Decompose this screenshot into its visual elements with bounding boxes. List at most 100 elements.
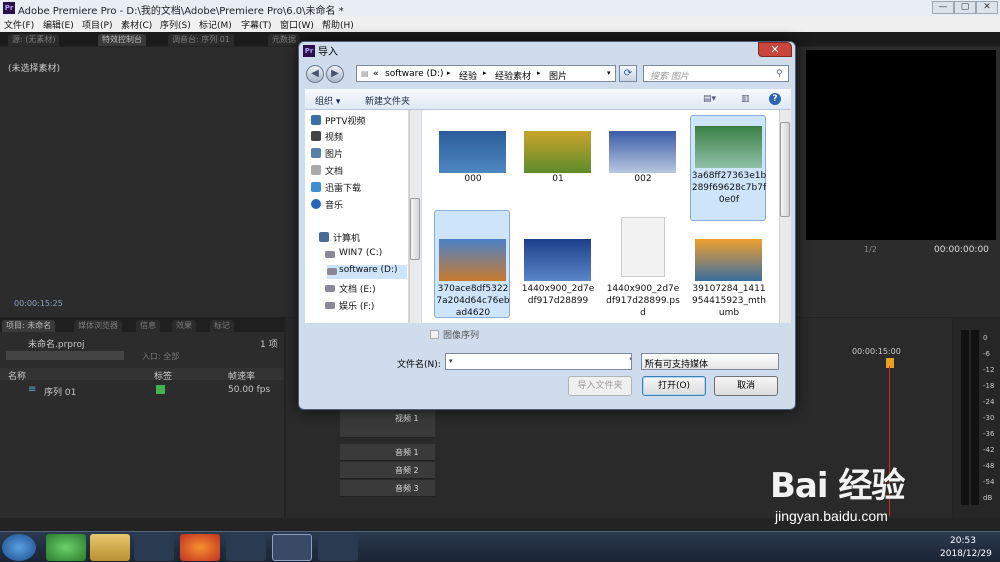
- file-item[interactable]: 39107284_1411954415923_mthumb: [690, 210, 766, 318]
- image-sequence-checkbox[interactable]: [430, 330, 439, 339]
- meter-tick: -48: [983, 462, 995, 470]
- search-input[interactable]: 搜索 图片 ⚲: [643, 65, 789, 82]
- help-icon[interactable]: ?: [769, 93, 781, 105]
- nav-item-music[interactable]: 音乐: [311, 198, 343, 212]
- menu-marker[interactable]: 标记(M): [199, 18, 232, 31]
- cancel-button[interactable]: 取消: [714, 376, 778, 396]
- search-icon[interactable]: ⚲: [776, 69, 783, 79]
- file-item[interactable]: 1440x900_2d7edf917d28899: [519, 210, 595, 316]
- back-button[interactable]: ◀: [306, 65, 324, 83]
- clock-time[interactable]: 20:53: [950, 536, 976, 546]
- nav-item-drive-d[interactable]: software (D:): [327, 265, 407, 279]
- nav-item-drive-e[interactable]: 文档 (E:): [325, 282, 376, 296]
- chevron-down-icon[interactable]: ▾: [449, 357, 628, 365]
- nav-label: 迅雷下载: [325, 184, 362, 194]
- file-item[interactable]: 002: [604, 118, 680, 224]
- track-audio-1[interactable]: 音频 1: [340, 444, 435, 461]
- new-folder-button[interactable]: 新建文件夹: [365, 94, 410, 107]
- 360-browser-icon[interactable]: [46, 534, 86, 561]
- column-fps[interactable]: 帧速率: [228, 369, 255, 382]
- breadcrumb-jingyan[interactable]: 经验: [459, 69, 477, 82]
- menu-title[interactable]: 字幕(T): [241, 18, 272, 31]
- track-label: 音频 2: [395, 466, 419, 475]
- refresh-button[interactable]: ⟳: [619, 65, 637, 82]
- no-clip-label: (未选择素材): [8, 64, 61, 74]
- premiere-taskbar-icon[interactable]: [272, 534, 312, 561]
- tab-media-browser[interactable]: 媒体浏览器: [74, 320, 122, 332]
- view-mode-icon[interactable]: ▤▾: [703, 94, 716, 104]
- playhead-icon[interactable]: [886, 358, 894, 368]
- nav-item-computer[interactable]: 计算机: [319, 231, 360, 245]
- column-name[interactable]: 名称: [8, 369, 26, 382]
- import-folder-button[interactable]: 导入文件夹: [568, 376, 632, 396]
- files-scrollbar-thumb[interactable]: [780, 122, 790, 217]
- tab-metadata[interactable]: 元数据: [268, 34, 300, 46]
- forward-button[interactable]: ▶: [326, 65, 344, 83]
- qq-icon[interactable]: [134, 534, 174, 561]
- menu-help[interactable]: 帮助(H): [322, 18, 354, 31]
- project-search-input[interactable]: [6, 351, 124, 360]
- file-item[interactable]: 370ace8df53227a204d64c76ebad4620: [434, 210, 510, 318]
- track-video-1[interactable]: 视频 1: [340, 410, 435, 438]
- menu-file[interactable]: 文件(F): [4, 18, 34, 31]
- menu-window[interactable]: 窗口(W): [280, 18, 314, 31]
- track-audio-3[interactable]: 音频 3: [340, 480, 435, 497]
- preview-pane-icon[interactable]: ▥: [741, 94, 750, 104]
- dialog-premiere-logo-icon: Pr: [303, 45, 315, 57]
- app-titlebar: Pr Adobe Premiere Pro - D:\我的文档\Adobe\Pr…: [0, 0, 1000, 17]
- record-icon[interactable]: [318, 534, 358, 561]
- menu-edit[interactable]: 编辑(E): [43, 18, 74, 31]
- tab-source[interactable]: 源: (无素材): [8, 34, 60, 46]
- nav-item-pictures[interactable]: 图片: [311, 147, 343, 161]
- breadcrumb-pictures[interactable]: 图片: [549, 69, 567, 82]
- tab-effect-controls[interactable]: 特效控制台: [98, 34, 146, 46]
- dialog-close-button[interactable]: ✕: [758, 42, 792, 57]
- nav-item-documents[interactable]: 文档: [311, 164, 343, 178]
- tab-info[interactable]: 信息: [136, 320, 160, 332]
- minimize-button[interactable]: —: [932, 1, 954, 14]
- tab-audio-mixer[interactable]: 调音台: 序列 01: [168, 34, 234, 46]
- tab-effects[interactable]: 效果: [172, 320, 196, 332]
- file-item[interactable]: 3a68ff27363e1b289f69628c7b7f0e0f: [690, 115, 766, 221]
- nav-item-pptv[interactable]: PPTV视频: [311, 114, 366, 128]
- clock-date[interactable]: 2018/12/29: [940, 549, 992, 559]
- breadcrumb-drive[interactable]: software (D:): [385, 69, 444, 79]
- camtasia-icon[interactable]: [226, 534, 266, 561]
- filetype-select[interactable]: 所有可支持媒体 ▾: [641, 353, 779, 370]
- file-item[interactable]: 000: [434, 118, 510, 224]
- maximize-button[interactable]: ▢: [954, 1, 976, 14]
- file-explorer-icon[interactable]: [90, 534, 130, 561]
- menu-clip[interactable]: 素材(C): [121, 18, 152, 31]
- menu-sequence[interactable]: 序列(S): [160, 18, 191, 31]
- track-audio-2[interactable]: 音频 2: [340, 462, 435, 479]
- column-label[interactable]: 标签: [154, 369, 172, 382]
- app-title: Adobe Premiere Pro - D:\我的文档\Adobe\Premi…: [18, 6, 344, 17]
- chevron-down-icon[interactable]: ▾: [607, 69, 611, 77]
- program-zoom[interactable]: 1/2: [864, 245, 877, 254]
- close-button[interactable]: ✕: [976, 1, 998, 14]
- menu-project[interactable]: 项目(P): [82, 18, 112, 31]
- nav-scrollbar-thumb[interactable]: [410, 198, 420, 260]
- open-button[interactable]: 打开(O): [642, 376, 706, 396]
- firefox-icon[interactable]: [180, 534, 220, 561]
- tab-markers[interactable]: 标记: [210, 320, 234, 332]
- organize-button[interactable]: 组织 ▾: [315, 94, 340, 107]
- nav-label: 视频: [325, 133, 344, 143]
- meter-tick: -54: [983, 478, 995, 486]
- blank-file-icon: [621, 217, 665, 277]
- tab-project[interactable]: 项目: 未命名: [2, 320, 56, 332]
- nav-item-videos[interactable]: 视频: [311, 130, 344, 144]
- breadcrumb-material[interactable]: 经验素材: [495, 69, 531, 82]
- file-item[interactable]: 1440x900_2d7edf917d28899.psd: [604, 210, 680, 318]
- nav-item-drive-c[interactable]: WIN7 (C:): [325, 248, 382, 262]
- chevron-down-icon[interactable]: ▾: [645, 357, 775, 365]
- table-row[interactable]: ≡ 序列 01 50.00 fps: [0, 383, 284, 398]
- file-item[interactable]: 01: [519, 118, 595, 224]
- entry-filter[interactable]: 入口: 全部: [142, 351, 179, 362]
- nav-item-drive-f[interactable]: 娱乐 (F:): [325, 299, 374, 313]
- address-bar[interactable]: ▤ « software (D:) ▸ 经验 ▸ 经验素材 ▸ 图片 ▾: [356, 65, 616, 82]
- filename-input[interactable]: "3a68ff27363e1b289f69628c7b7f0e0f" "3 ▾: [445, 353, 632, 370]
- start-button[interactable]: [2, 534, 36, 561]
- nav-item-xunlei[interactable]: 迅雷下载: [311, 181, 362, 195]
- breadcrumb-overflow[interactable]: «: [373, 69, 379, 79]
